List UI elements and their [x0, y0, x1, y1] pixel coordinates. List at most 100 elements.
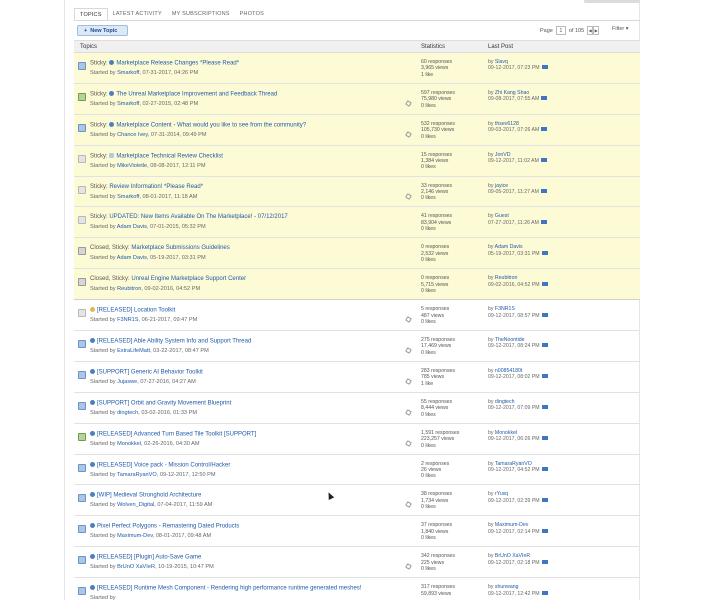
last-post-user-link[interactable]: rYuxq: [495, 491, 508, 497]
topic-row[interactable]: Sticky: Marketplace Release Changes *Ple…: [74, 53, 640, 84]
topic-title-link[interactable]: [RELEASED] Location Toolkit: [97, 308, 175, 314]
last-post-user-link[interactable]: JonVD: [495, 152, 511, 158]
topic-row[interactable]: [WIP] Medieval Stronghold Architecture St…: [74, 485, 640, 517]
col-last-post[interactable]: Last Post: [488, 44, 513, 50]
topic-row[interactable]: [RELEASED] Runtime Mesh Component - Rend…: [74, 578, 640, 600]
topic-row[interactable]: Sticky: Marketplace Content - What would…: [74, 114, 640, 146]
topic-title-link[interactable]: [RELEASED] Advanced Turn Based Tile Tool…: [97, 431, 256, 437]
last-post-user-link[interactable]: BrUnO XaVIeR: [495, 553, 530, 559]
starter-link[interactable]: Monokkel: [117, 441, 141, 447]
col-topics[interactable]: Topics: [80, 44, 97, 50]
go-to-post-icon[interactable]: [541, 343, 548, 348]
topic-row[interactable]: [SUPPORT] Orbit and Gravity Movement Blu…: [74, 393, 640, 424]
topic-row[interactable]: Closed, Sticky: Unreal Engine Marketplac…: [74, 269, 640, 301]
go-to-post-icon[interactable]: [541, 96, 548, 101]
topic-row[interactable]: Sticky: UPDATED: New Items Available On …: [74, 207, 640, 239]
col-statistics[interactable]: Statistics: [421, 44, 445, 50]
topic-title-link[interactable]: Marketplace Technical Review Checklist: [116, 153, 223, 159]
last-post-user-link[interactable]: Slavq: [495, 59, 508, 65]
topic-row[interactable]: Sticky: The Unreal Marketplace Improveme…: [74, 83, 640, 115]
starter-link[interactable]: Adam Davis: [117, 255, 147, 261]
topic-stats: 342 responses 225 views 0 likes: [421, 553, 455, 572]
starter-link[interactable]: Jujaswe: [117, 379, 137, 385]
topic-title-link[interactable]: Unreal Engine Marketplace Support Center: [131, 276, 246, 282]
last-post-user-link[interactable]: n00854180t: [495, 368, 522, 374]
starter-link[interactable]: MikeVioletle: [117, 163, 147, 169]
starter-link[interactable]: TamaraRyanVO: [117, 472, 157, 478]
topic-title-link[interactable]: [RELEASED] Able Ability System Info and …: [97, 339, 251, 345]
topic-row[interactable]: [SUPPORT] Generic AI Behavior Toolkit Sta…: [74, 362, 640, 393]
go-to-post-icon[interactable]: [540, 158, 547, 163]
starter-link[interactable]: BrUnO XaVIeR: [117, 564, 155, 570]
topic-row[interactable]: [RELEASED] Location Toolkit Started by F3…: [74, 300, 640, 332]
go-to-post-icon[interactable]: [541, 312, 548, 317]
topic-title-link[interactable]: The Unreal Marketplace Improvement and F…: [116, 91, 277, 97]
topic-title-link[interactable]: [WIP] Medieval Stronghold Architecture: [97, 493, 201, 499]
topic-title-link[interactable]: Marketplace Release Changes *Please Read…: [116, 61, 239, 67]
last-post-user-link[interactable]: shunwang: [495, 584, 519, 590]
starter-link[interactable]: Smarkoff: [117, 70, 139, 76]
topic-row[interactable]: Closed, Sticky: Marketplace Submissions …: [74, 238, 640, 270]
starter-link[interactable]: F3NR1S: [117, 317, 138, 323]
topic-row[interactable]: [RELEASED] Voice pack - Mission Control/…: [74, 455, 640, 486]
last-post-user-link[interactable]: Adam Davis: [495, 244, 523, 250]
starter-link[interactable]: Wolven_Digital: [117, 502, 154, 508]
starter-link[interactable]: Chance Ivey: [117, 132, 148, 138]
go-to-post-icon[interactable]: [541, 436, 548, 441]
topic-title-link[interactable]: [SUPPORT] Generic AI Behavior Toolkit: [97, 369, 203, 375]
last-post-user-link[interactable]: F3NR1S: [495, 306, 515, 312]
go-to-post-icon[interactable]: [540, 219, 547, 224]
go-to-post-icon[interactable]: [541, 590, 548, 595]
starter-link[interactable]: dingtech: [117, 410, 138, 416]
topic-title-link[interactable]: [RELEASED] [Plugin] Auto-Save Game: [97, 555, 201, 561]
last-post-user-link[interactable]: jayice: [495, 183, 508, 189]
starter-link[interactable]: Maximum-Dev: [117, 533, 153, 539]
go-to-post-icon[interactable]: [541, 250, 548, 255]
prefix-icon: [90, 461, 95, 467]
topic-title-link[interactable]: UPDATED: New Items Available On The Mark…: [109, 214, 287, 220]
attachment-icon: [405, 192, 412, 200]
go-to-post-icon[interactable]: [541, 281, 548, 286]
go-to-post-icon[interactable]: [541, 65, 548, 70]
go-to-post-icon[interactable]: [541, 559, 548, 564]
topic-title-link[interactable]: Marketplace Submissions Guidelines: [131, 245, 229, 251]
go-to-post-icon[interactable]: [541, 405, 548, 410]
filter-dropdown[interactable]: Filter ▾: [612, 26, 629, 32]
go-to-post-icon[interactable]: [541, 127, 548, 132]
last-post-user-link[interactable]: TheNoontide: [495, 337, 525, 343]
starter-link[interactable]: Reubitron: [117, 286, 141, 292]
go-to-post-icon[interactable]: [541, 528, 548, 533]
topic-row[interactable]: Pixel Perfect Polygons - Remastering Dat…: [74, 516, 640, 548]
go-to-post-icon[interactable]: [541, 374, 548, 379]
topic-title-link[interactable]: Pixel Perfect Polygons - Remastering Dat…: [97, 524, 239, 530]
last-post-user-link[interactable]: dingtech: [495, 399, 515, 405]
go-to-post-icon[interactable]: [541, 466, 548, 471]
topic-row[interactable]: Sticky: Review Information! *Please Read…: [74, 176, 640, 208]
next-page-icon[interactable]: ▶: [593, 26, 600, 35]
topic-title-link[interactable]: [RELEASED] Voice pack - Mission Control/…: [97, 462, 230, 468]
last-post-user-link[interactable]: Zhi Kang Shao: [495, 90, 529, 96]
topic-row[interactable]: [RELEASED] Advanced Turn Based Tile Tool…: [74, 424, 640, 455]
starter-link[interactable]: Adam Davis: [117, 224, 147, 230]
starter-link[interactable]: Smarkoff: [117, 101, 139, 107]
topic-title-link[interactable]: [SUPPORT] Orbit and Gravity Movement Blu…: [97, 400, 231, 406]
topic-title-link[interactable]: [RELEASED] Runtime Mesh Component - Rend…: [97, 586, 361, 592]
last-post-user-link[interactable]: Maximum-Dev: [495, 522, 528, 528]
last-post-user-link[interactable]: Reubitron: [495, 275, 518, 281]
last-post-user-link[interactable]: TamaraRyanVO: [495, 461, 532, 467]
topic-row[interactable]: [RELEASED] Able Ability System Info and …: [74, 331, 640, 362]
go-to-post-icon[interactable]: [541, 497, 548, 502]
last-post-user-link[interactable]: Monokkel: [495, 430, 517, 436]
topic-row[interactable]: [RELEASED] [Plugin] Auto-Save Game Starte…: [74, 547, 640, 579]
starter-link[interactable]: Smarkoff: [117, 194, 139, 200]
new-topic-button[interactable]: + New Topic: [77, 25, 128, 36]
last-post-user-link[interactable]: Guest: [495, 213, 509, 219]
topic-title-link[interactable]: Review Information! *Please Read*: [109, 184, 203, 190]
topic-row[interactable]: Sticky: Marketplace Technical Review Che…: [74, 145, 640, 177]
last-post-user-link[interactable]: thsev6128: [495, 121, 519, 127]
topic-title-link[interactable]: Marketplace Content - What would you lik…: [116, 122, 306, 128]
starter-link[interactable]: ExtraLifeMatt: [117, 348, 150, 354]
page-number-input[interactable]: 1: [555, 26, 566, 35]
top-button[interactable]: [584, 0, 640, 3]
go-to-post-icon[interactable]: [540, 188, 547, 193]
